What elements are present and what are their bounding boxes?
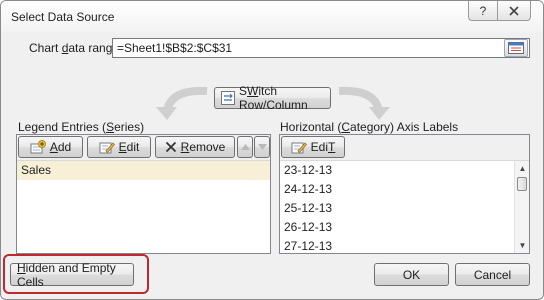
edit-axis-labels-label: EdiT (310, 140, 336, 154)
legend-entry-sales[interactable]: Sales (17, 161, 270, 180)
axis-label-item[interactable]: 27-12-13 (280, 237, 529, 253)
range-select-icon (508, 42, 524, 54)
axis-labels-label: Horizontal (Category) Axis Labels (280, 120, 459, 134)
switch-row-column-label: SWitch Row/Column (239, 84, 308, 112)
cancel-button[interactable]: Cancel (455, 263, 530, 286)
legend-entries-listbox: Add Edit Remove Sales (16, 134, 271, 254)
edit-icon (291, 140, 307, 154)
select-data-source-dialog: Select Data Source ? Chart data range: =… (0, 0, 544, 300)
scroll-down-arrow-icon[interactable]: ▼ (515, 238, 529, 253)
edit-axis-labels-button[interactable]: EdiT (281, 136, 345, 158)
legend-entries-list: Sales (17, 160, 270, 253)
move-down-button[interactable] (254, 136, 270, 158)
range-collapse-button[interactable] (504, 39, 528, 57)
arrow-down-icon (257, 144, 267, 150)
scroll-thumb[interactable] (517, 177, 527, 191)
axis-label-item[interactable]: 25-12-13 (280, 199, 529, 218)
edit-series-button[interactable]: Edit (87, 136, 151, 158)
add-icon (30, 140, 46, 154)
close-icon (509, 5, 519, 16)
axis-label-item[interactable]: 26-12-13 (280, 218, 529, 237)
axis-labels-listbox: EdiT 23-12-13 24-12-13 25-12-13 26-12-13… (279, 134, 530, 254)
legend-toolbar: Add Edit Remove (17, 135, 270, 160)
ok-button[interactable]: OK (374, 263, 449, 286)
add-series-label: Add (49, 140, 72, 154)
axis-label-item[interactable]: 24-12-13 (280, 180, 529, 199)
hidden-and-empty-cells-button[interactable]: Hidden and Empty Cells (10, 260, 134, 289)
left-curved-arrow-icon (156, 86, 208, 120)
scroll-up-arrow-icon[interactable]: ▲ (515, 161, 529, 176)
help-button[interactable]: ? (468, 1, 498, 21)
chart-data-range-value: =Sheet1!$B$2:$C$31 (117, 41, 233, 55)
switch-icon (221, 91, 235, 105)
cancel-label: Cancel (473, 267, 512, 282)
edit-icon (99, 140, 115, 154)
help-icon: ? (479, 3, 487, 18)
dialog-title: Select Data Source (11, 10, 115, 24)
axis-label-item[interactable]: 23-12-13 (280, 161, 529, 180)
hidden-and-empty-cells-label: Hidden and Empty Cells (17, 260, 116, 289)
switch-row-column-button[interactable]: SWitch Row/Column (214, 84, 331, 112)
remove-series-button[interactable]: Remove (155, 136, 235, 158)
arrow-up-icon (240, 144, 250, 150)
add-series-button[interactable]: Add (18, 136, 83, 158)
remove-x-icon (165, 141, 177, 153)
edit-series-label: Edit (118, 140, 140, 154)
chart-data-range-input[interactable]: =Sheet1!$B$2:$C$31 (112, 38, 530, 58)
right-curved-arrow-icon (338, 86, 390, 120)
close-button[interactable] (497, 1, 531, 21)
ok-label: OK (402, 267, 421, 282)
title-bar: Select Data Source ? (1, 1, 543, 33)
move-up-button[interactable] (237, 136, 253, 158)
remove-series-label: Remove (180, 140, 226, 154)
axis-labels-scrollbar[interactable]: ▲ ▼ (514, 161, 529, 253)
legend-entries-label: Legend Entries (Series) (18, 120, 145, 134)
axis-toolbar: EdiT (280, 135, 529, 160)
axis-labels-list: 23-12-13 24-12-13 25-12-13 26-12-13 27-1… (280, 160, 529, 253)
chart-data-range-label: Chart data range: (29, 41, 123, 55)
